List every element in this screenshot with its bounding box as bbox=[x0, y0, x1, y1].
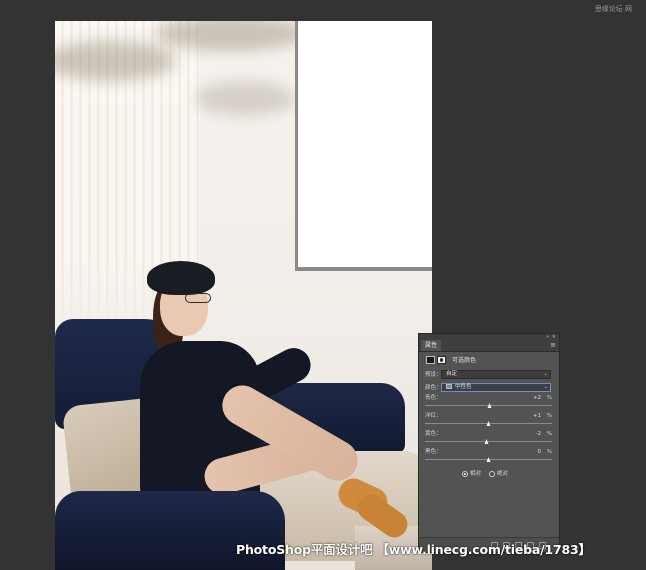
slider-cyan: 青色： +2 % bbox=[419, 394, 559, 412]
radio-relative[interactable] bbox=[462, 471, 468, 477]
slider-black: 黑色： 0 % bbox=[419, 448, 559, 466]
slider-thumb[interactable] bbox=[484, 439, 489, 444]
photo-person-beret bbox=[147, 261, 215, 295]
adjustment-layer-icon[interactable] bbox=[426, 356, 435, 364]
adjustment-title: 可选颜色 bbox=[452, 357, 477, 364]
slider-value-input[interactable]: -2 bbox=[517, 430, 541, 439]
properties-panel: » × 属性 ≡ 可选颜色 预设： 自定 ⌄ 颜色： 中性色 ⌄ 青色： +2 … bbox=[418, 333, 560, 553]
chevron-down-icon: ⌄ bbox=[543, 384, 548, 390]
slider-value-input[interactable]: 0 bbox=[517, 448, 542, 457]
slider-unit: % bbox=[546, 449, 552, 455]
panel-menu-icon[interactable]: ≡ bbox=[550, 341, 556, 350]
panel-tabbar: 属性 ≡ bbox=[419, 340, 559, 352]
slider-yellow: 黄色： -2 % bbox=[419, 430, 559, 448]
slider-label: 黑色： bbox=[425, 449, 442, 455]
preset-label: 预设： bbox=[425, 372, 442, 378]
radio-absolute-label[interactable]: 绝对 bbox=[497, 470, 508, 478]
preset-dropdown[interactable]: 自定 ⌄ bbox=[441, 370, 551, 379]
adjustment-header: 可选颜色 bbox=[419, 354, 559, 368]
layer-mask-icon[interactable] bbox=[437, 356, 446, 364]
slider-unit: % bbox=[546, 431, 552, 437]
slider-thumb[interactable] bbox=[486, 421, 491, 426]
slider-magenta: 洋红： +1 % bbox=[419, 412, 559, 430]
document-canvas[interactable] bbox=[55, 21, 432, 570]
slider-label: 洋红： bbox=[425, 413, 442, 419]
slider-unit: % bbox=[546, 395, 552, 401]
watermark-text: PhotoShop平面设计吧 【www.linecg.com/tieba/178… bbox=[236, 542, 591, 557]
tab-properties[interactable]: 属性 bbox=[421, 340, 442, 351]
slider-value-input[interactable]: +2 bbox=[517, 394, 541, 403]
slider-thumb[interactable] bbox=[486, 457, 490, 462]
slider-label: 黄色： bbox=[425, 431, 442, 437]
color-swatch-icon bbox=[446, 384, 452, 389]
preset-value: 自定 bbox=[446, 371, 458, 377]
method-radio-group: 相对 绝对 bbox=[419, 468, 559, 482]
colors-value: 中性色 bbox=[455, 384, 472, 390]
workspace: 思缘论坛 网 » × 属性 ≡ 可选颜色 预设： 自定 ⌄ 颜色： 中性色 ⌄ … bbox=[0, 0, 646, 570]
colors-dropdown[interactable]: 中性色 ⌄ bbox=[441, 383, 551, 392]
slider-unit: % bbox=[546, 413, 552, 419]
slider-value-input[interactable]: +1 bbox=[517, 412, 541, 421]
slider-thumb[interactable] bbox=[487, 403, 492, 408]
chevron-down-icon: ⌄ bbox=[543, 371, 548, 377]
radio-relative-label[interactable]: 相对 bbox=[470, 470, 481, 478]
preset-row: 预设： 自定 ⌄ bbox=[419, 369, 559, 381]
radio-absolute[interactable] bbox=[489, 471, 495, 477]
colors-row: 颜色： 中性色 ⌄ bbox=[419, 382, 559, 394]
photo-person-glasses bbox=[185, 293, 211, 303]
photo-bright-window bbox=[295, 21, 432, 271]
photo-branch-blur bbox=[195, 81, 295, 116]
slider-label: 青色： bbox=[425, 395, 442, 401]
colors-label: 颜色： bbox=[425, 385, 442, 391]
site-credit: 思缘论坛 网 bbox=[594, 5, 632, 13]
